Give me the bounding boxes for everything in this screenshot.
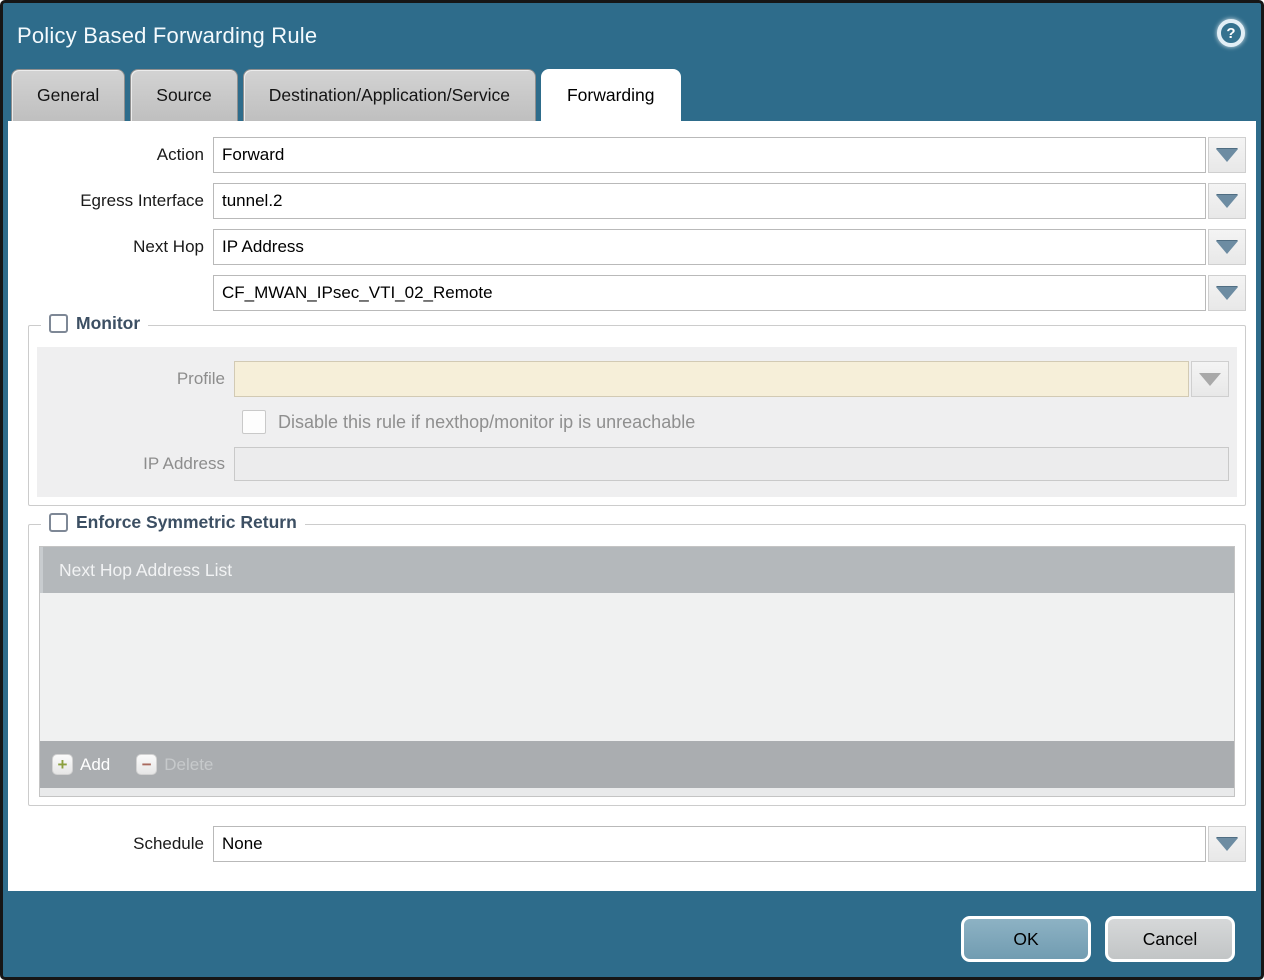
chevron-down-icon xyxy=(1216,149,1238,162)
add-button[interactable]: + Add xyxy=(52,754,110,775)
enforce-symmetric-return-fieldset: Enforce Symmetric Return Next Hop Addres… xyxy=(28,524,1246,806)
action-dropdown-button[interactable] xyxy=(1208,137,1246,173)
esr-legend-label: Enforce Symmetric Return xyxy=(76,512,297,533)
next-hop-address-combo xyxy=(213,275,1246,311)
cancel-button-label: Cancel xyxy=(1143,929,1197,950)
delete-button-label: Delete xyxy=(164,755,213,775)
table-footer-toolbar: + Add − Delete xyxy=(40,741,1234,788)
schedule-dropdown-button[interactable] xyxy=(1208,826,1246,862)
action-input[interactable] xyxy=(213,137,1206,173)
next-hop-dropdown-button[interactable] xyxy=(1208,229,1246,265)
tab-forwarding-label: Forwarding xyxy=(567,85,655,106)
monitor-ip-address-wrap xyxy=(234,447,1229,481)
profile-dropdown-button xyxy=(1191,361,1229,397)
tab-forwarding[interactable]: Forwarding xyxy=(541,69,681,121)
ok-button[interactable]: OK xyxy=(961,916,1091,962)
schedule-combo xyxy=(213,826,1246,862)
policy-based-forwarding-dialog: Policy Based Forwarding Rule ? General S… xyxy=(0,0,1264,980)
plus-icon: + xyxy=(52,754,73,775)
dialog-title: Policy Based Forwarding Rule xyxy=(17,23,317,49)
disable-rule-row: Disable this rule if nexthop/monitor ip … xyxy=(242,410,1237,434)
schedule-label: Schedule xyxy=(8,834,213,854)
cancel-button[interactable]: Cancel xyxy=(1105,916,1235,962)
monitor-ip-address-input xyxy=(234,447,1229,481)
next-hop-combo xyxy=(213,229,1246,265)
tab-strip: General Source Destination/Application/S… xyxy=(3,69,1261,121)
disable-rule-checkbox xyxy=(242,410,266,434)
help-icon[interactable]: ? xyxy=(1217,19,1245,47)
next-hop-type-input[interactable] xyxy=(213,229,1206,265)
next-hop-address-row xyxy=(8,275,1256,311)
chevron-down-icon xyxy=(1216,195,1238,208)
profile-input xyxy=(234,361,1189,397)
egress-interface-label: Egress Interface xyxy=(8,191,213,211)
action-label: Action xyxy=(8,145,213,165)
esr-legend: Enforce Symmetric Return xyxy=(41,512,305,533)
action-combo xyxy=(213,137,1246,173)
schedule-input[interactable] xyxy=(213,826,1206,862)
enforce-symmetric-return-checkbox[interactable] xyxy=(49,513,68,532)
egress-interface-input[interactable] xyxy=(213,183,1206,219)
next-hop-address-input[interactable] xyxy=(213,275,1206,311)
tab-general[interactable]: General xyxy=(11,69,125,121)
tab-source[interactable]: Source xyxy=(130,69,237,121)
action-row: Action xyxy=(8,137,1256,173)
egress-interface-dropdown-button[interactable] xyxy=(1208,183,1246,219)
tab-general-label: General xyxy=(37,85,99,106)
schedule-row: Schedule xyxy=(8,826,1256,862)
tab-destination-application-service[interactable]: Destination/Application/Service xyxy=(243,69,536,121)
monitor-panel: Profile Disable this rule if nexthop/mon… xyxy=(37,347,1237,497)
next-hop-address-dropdown-button[interactable] xyxy=(1208,275,1246,311)
table-bottom-strip xyxy=(40,788,1234,796)
forwarding-tab-panel: Action Egress Interface Next Hop xyxy=(8,121,1256,891)
tab-source-label: Source xyxy=(156,85,211,106)
table-header: Next Hop Address List xyxy=(40,547,1234,593)
monitor-legend: Monitor xyxy=(41,313,148,334)
dialog-titlebar: Policy Based Forwarding Rule ? xyxy=(3,3,1261,69)
next-hop-row: Next Hop xyxy=(8,229,1256,265)
monitor-fieldset: Monitor Profile Disable this rule xyxy=(28,325,1246,506)
chevron-down-icon xyxy=(1216,838,1238,851)
chevron-down-icon xyxy=(1216,287,1238,300)
dialog-footer: OK Cancel xyxy=(3,891,1261,977)
profile-row: Profile xyxy=(37,361,1237,397)
profile-label: Profile xyxy=(37,369,234,389)
next-hop-address-list-table: Next Hop Address List + Add − Delete xyxy=(39,546,1235,797)
tab-destination-label: Destination/Application/Service xyxy=(269,85,510,106)
monitor-ip-address-row: IP Address xyxy=(37,447,1237,481)
egress-interface-combo xyxy=(213,183,1246,219)
table-header-label: Next Hop Address List xyxy=(59,560,232,581)
disable-rule-label: Disable this rule if nexthop/monitor ip … xyxy=(278,412,695,433)
monitor-checkbox[interactable] xyxy=(49,314,68,333)
chevron-down-icon xyxy=(1216,241,1238,254)
ok-button-label: OK xyxy=(1013,929,1038,950)
add-button-label: Add xyxy=(80,755,110,775)
minus-icon: − xyxy=(136,754,157,775)
monitor-legend-label: Monitor xyxy=(76,313,140,334)
monitor-ip-address-label: IP Address xyxy=(37,454,234,474)
next-hop-label: Next Hop xyxy=(8,237,213,257)
egress-interface-row: Egress Interface xyxy=(8,183,1256,219)
delete-button: − Delete xyxy=(136,754,213,775)
profile-combo xyxy=(234,361,1229,397)
help-glyph: ? xyxy=(1226,25,1235,42)
chevron-down-icon xyxy=(1199,373,1221,386)
table-body-empty xyxy=(40,593,1234,741)
